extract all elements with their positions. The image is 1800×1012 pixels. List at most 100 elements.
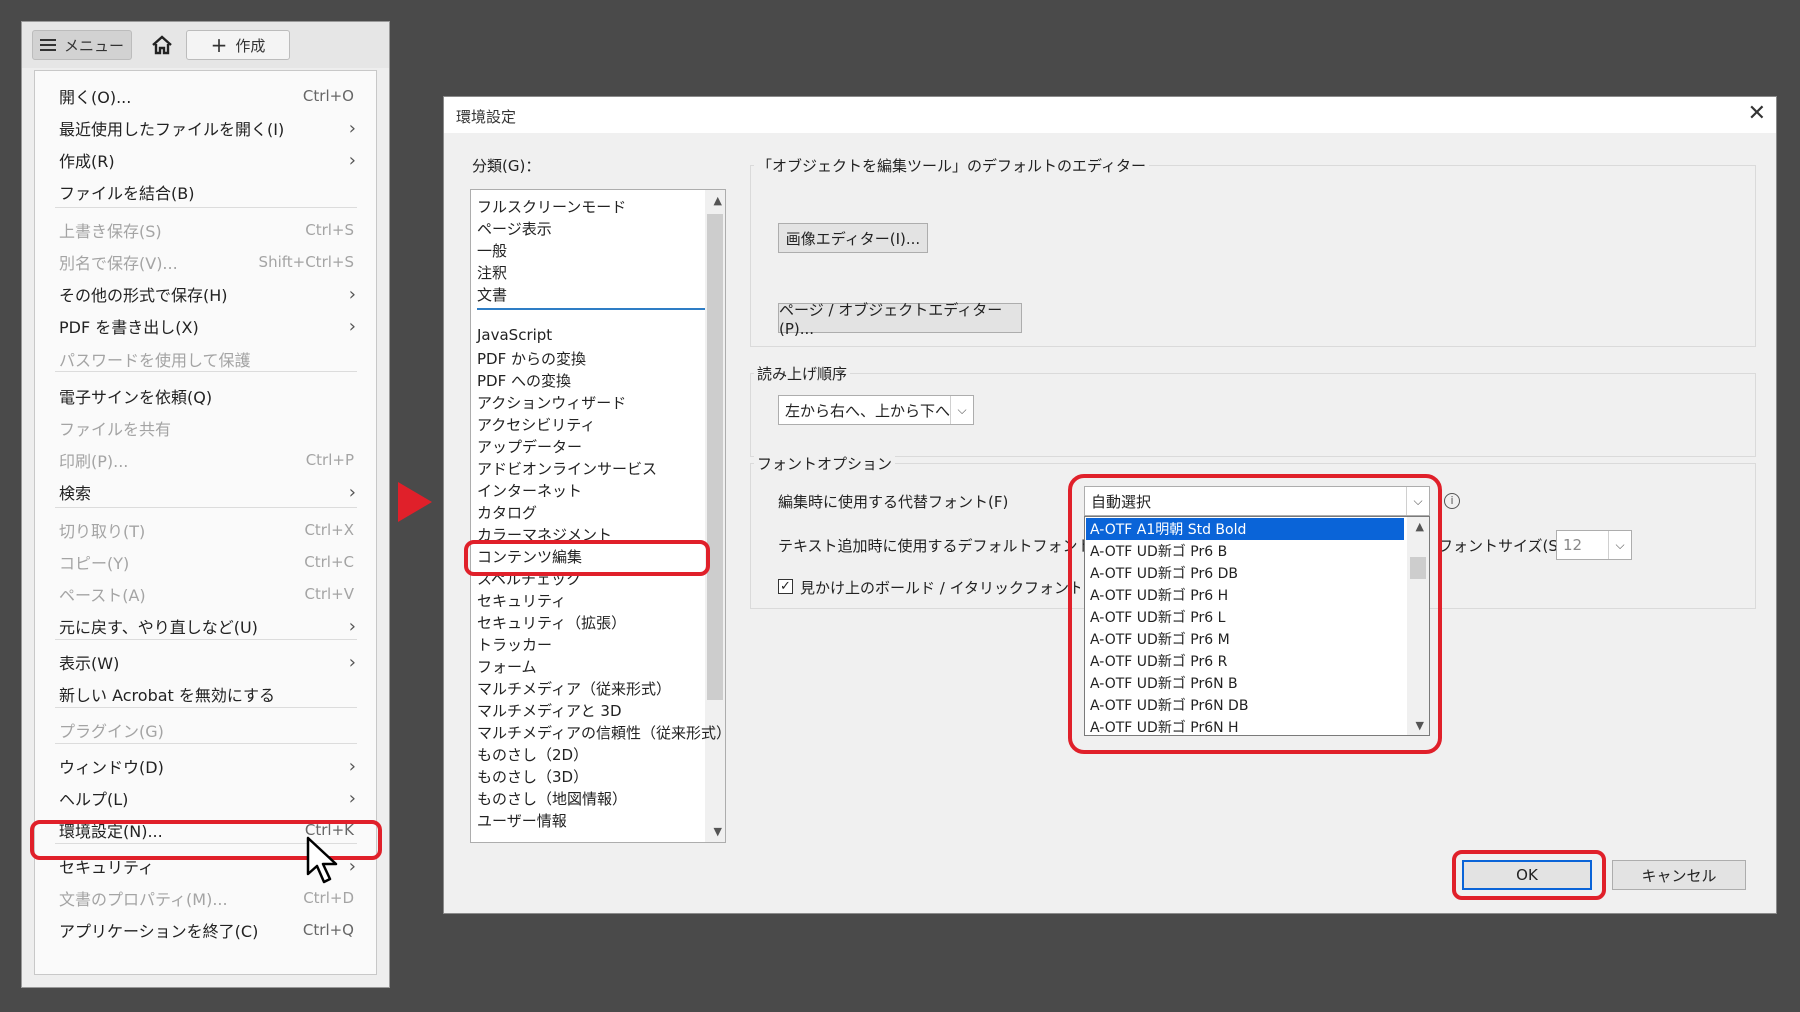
menu-item[interactable]: PDF を書き出し(X) ›	[35, 311, 376, 341]
top-toolbar: メニュー + 作成	[22, 22, 389, 68]
category-item[interactable]: フルスクリーンモード	[477, 196, 626, 217]
faux-style-label: 見かけ上のボールド / イタリックフォントスタイル	[800, 579, 1080, 597]
font-options-group-title: フォントオプション	[754, 453, 896, 474]
category-item[interactable]: ものさし（地図情報）	[477, 788, 627, 809]
chevron-right-icon: ›	[348, 615, 356, 637]
chevron-right-icon: ›	[348, 315, 356, 337]
hamburger-icon	[39, 39, 56, 51]
menu-item-label: PDF を書き出し(X)	[59, 318, 199, 337]
menu-item[interactable]: 作成(R) ›	[35, 145, 376, 175]
category-item[interactable]: アクセシビリティ	[477, 414, 595, 435]
category-item[interactable]: マルチメディアの信頼性（従来形式）	[477, 722, 725, 743]
category-item[interactable]: アップデーター	[477, 436, 582, 457]
info-icon[interactable]: i	[1444, 493, 1460, 509]
category-scrollbar[interactable]: ▲ ▼	[705, 190, 725, 842]
menu-item: 別名で保存(V)... Shift+Ctrl+S	[35, 247, 376, 277]
menu-item-shortcut: Shift+Ctrl+S	[258, 253, 354, 271]
category-item[interactable]: セキュリティ	[477, 590, 566, 611]
menu-item[interactable]: 表示(W) ›	[35, 647, 376, 677]
category-item[interactable]: ものさし（3D）	[477, 766, 588, 787]
menu-item-label: 作成(R)	[59, 152, 115, 171]
menu-item[interactable]: アプリケーションを終了(C) Ctrl+Q	[35, 915, 376, 945]
category-item[interactable]: マルチメディア（従来形式）	[477, 678, 671, 699]
menu-item-label: 切り取り(T)	[59, 522, 146, 541]
menu-item: コピー(Y) Ctrl+C	[35, 547, 376, 577]
menu-item[interactable]: 電子サインを依頼(Q)	[35, 381, 376, 411]
chevron-right-icon: ›	[348, 755, 356, 777]
category-item[interactable]: アドビオンラインサービス	[477, 458, 657, 479]
menu-item[interactable]: 検索 ›	[35, 477, 376, 507]
category-divider	[477, 308, 705, 310]
faux-style-checkbox[interactable]: ✓	[778, 579, 793, 594]
menu-item[interactable]: ウィンドウ(D) ›	[35, 751, 376, 781]
menu-item-shortcut: Ctrl+C	[304, 553, 354, 571]
chevron-right-icon: ›	[348, 149, 356, 171]
menu-item-label: ファイルを結合(B)	[59, 184, 195, 203]
category-item[interactable]: JavaScript	[477, 326, 552, 344]
menu-item: 上書き保存(S) Ctrl+S	[35, 215, 376, 245]
category-item[interactable]: PDF への変換	[477, 370, 571, 391]
menu-item[interactable]: その他の形式で保存(H) ›	[35, 279, 376, 309]
category-list[interactable]: ▲ ▼ フルスクリーンモード ページ表示 一般 注釈 文書 JavaScript PDF か…	[470, 189, 726, 843]
category-item[interactable]: セキュリティ（拡張）	[477, 612, 626, 633]
page-object-editor-button[interactable]: ページ / オブジェクトエディター(P)...	[778, 301, 1022, 338]
highlight-content-editing-category	[464, 540, 710, 576]
category-item[interactable]: インターネット	[477, 480, 582, 501]
menu-item[interactable]: 最近使用したファイルを開く(I) ›	[35, 113, 376, 143]
menu-item-label: 新しい Acrobat を無効にする	[59, 686, 276, 705]
reading-order-value: 左から右へ、上から下へ	[785, 401, 951, 420]
dialog-title: 環境設定	[456, 108, 517, 126]
category-item[interactable]: ものさし（2D）	[477, 744, 588, 765]
menu-item-label: 元に戻す、やり直しなど(U)	[59, 618, 258, 637]
category-item[interactable]: トラッカー	[477, 634, 552, 655]
menu-item-shortcut: Ctrl+X	[304, 521, 354, 539]
menu-item[interactable]: 元に戻す、やり直しなど(U) ›	[35, 611, 376, 641]
category-item[interactable]: アクションウィザード	[477, 392, 626, 413]
menu-item: プラグイン(G)	[35, 715, 376, 745]
home-icon	[152, 35, 172, 55]
scroll-down-icon[interactable]: ▼	[714, 825, 722, 838]
menu-item-label: 文書のプロパティ(M)...	[59, 890, 228, 909]
chevron-down-icon: ⌵	[950, 396, 973, 424]
category-item[interactable]: カタログ	[477, 502, 537, 523]
menu-item-label: コピー(Y)	[59, 554, 130, 573]
cancel-button[interactable]: キャンセル	[1612, 860, 1746, 890]
category-item[interactable]: フォーム	[477, 656, 537, 677]
menu-item-label: アプリケーションを終了(C)	[59, 922, 259, 941]
menu-item-label: 別名で保存(V)...	[59, 254, 178, 273]
menu-item[interactable]: 新しい Acrobat を無効にする	[35, 679, 376, 709]
close-icon[interactable]: ✕	[1748, 101, 1766, 126]
category-item[interactable]: 文書	[477, 284, 507, 305]
menu-item: ファイルを共有	[35, 413, 376, 443]
menu-item-label: 表示(W)	[59, 654, 120, 673]
menu-item: パスワードを使用して保護	[35, 344, 376, 374]
scroll-up-icon[interactable]: ▲	[714, 194, 722, 207]
menu-item[interactable]: 開く(O)... Ctrl+O	[35, 81, 376, 111]
menu-item-label: 検索	[59, 484, 92, 503]
font-size-value: 12	[1563, 536, 1583, 554]
category-item[interactable]: 一般	[477, 240, 507, 261]
menu-item-label: 電子サインを依頼(Q)	[59, 388, 213, 407]
menu-item[interactable]: ヘルプ(L) ›	[35, 783, 376, 813]
menu-item-label: 上書き保存(S)	[59, 222, 162, 241]
mouse-cursor-icon	[306, 836, 338, 884]
home-button[interactable]	[144, 30, 180, 60]
menu-item-shortcut: Ctrl+S	[305, 221, 354, 239]
menu-item[interactable]: ファイルを結合(B)	[35, 177, 376, 207]
category-item[interactable]: PDF からの変換	[477, 348, 586, 369]
font-size-select[interactable]: 12 ⌵	[1556, 530, 1632, 560]
image-editor-button[interactable]: 画像エディター(I)...	[778, 223, 928, 253]
category-item[interactable]: ユーザー情報	[477, 810, 567, 831]
reading-order-group-title: 読み上げ順序	[754, 363, 851, 384]
menu-item: 印刷(P)... Ctrl+P	[35, 445, 376, 475]
menu-button[interactable]: メニュー	[32, 30, 132, 60]
category-item[interactable]: ページ表示	[477, 218, 552, 239]
category-item[interactable]: マルチメディアと 3D	[477, 700, 622, 721]
category-scroll-thumb[interactable]	[707, 214, 723, 700]
reading-order-select[interactable]: 左から右へ、上から下へ ⌵	[778, 395, 974, 425]
red-arrow-annotation	[398, 482, 432, 522]
category-item[interactable]: 注釈	[477, 262, 507, 283]
highlight-font-dropdown	[1068, 474, 1442, 754]
menu-item-label: ペースト(A)	[59, 586, 146, 605]
create-button[interactable]: + 作成	[186, 30, 290, 60]
